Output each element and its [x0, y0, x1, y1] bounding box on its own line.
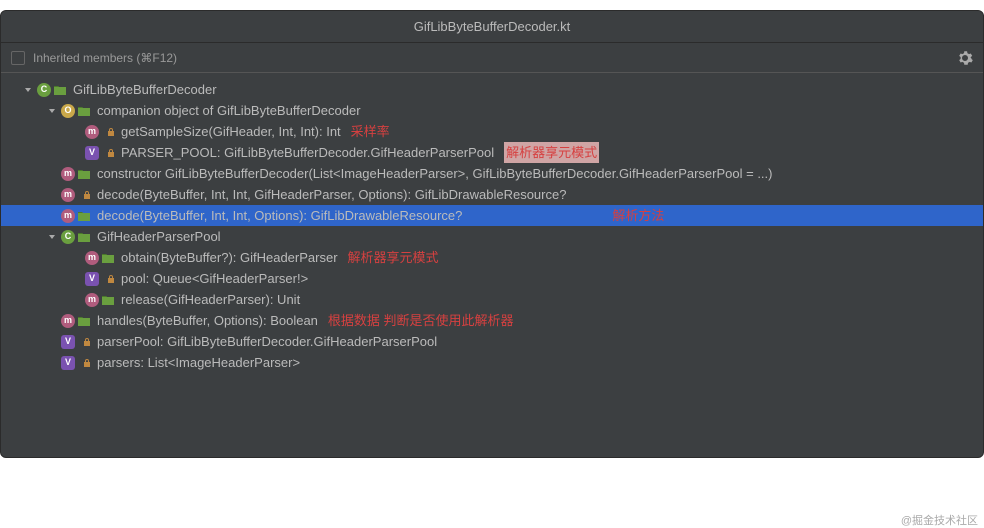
tree-row[interactable]: m release(GifHeaderParser): Unit: [1, 289, 983, 310]
member-signature: handles(ByteBuffer, Options): Boolean: [97, 310, 318, 331]
method-badge-icon: m: [61, 314, 75, 328]
lock-icon: [107, 148, 115, 158]
expand-chevron-icon[interactable]: [23, 85, 33, 95]
tree-row[interactable]: Vparsers: List<ImageHeaderParser>: [1, 352, 983, 373]
expand-chevron-icon[interactable]: [47, 106, 57, 116]
member-signature: decode(ByteBuffer, Int, Int, GifHeaderPa…: [97, 184, 566, 205]
structure-tree[interactable]: CGifLibByteBufferDecoderOcompanion objec…: [1, 73, 983, 379]
object-badge-icon: O: [61, 104, 75, 118]
annotation: 解析方法: [612, 205, 664, 226]
expand-chevron-icon: [71, 253, 81, 263]
tree-row[interactable]: C GifLibByteBufferDecoder: [1, 79, 983, 100]
expand-chevron-icon: [47, 211, 57, 221]
expand-chevron-icon: [71, 295, 81, 305]
tree-row[interactable]: m decode(ByteBuffer, Int, Int, GifHeaderP…: [1, 184, 983, 205]
tree-row[interactable]: Vpool: Queue<GifHeaderParser!>: [1, 268, 983, 289]
tree-row[interactable]: m getSampleSize(GifHeader, Int, Int): Int…: [1, 121, 983, 142]
expand-chevron-icon: [47, 190, 57, 200]
folder-icon: [77, 209, 91, 223]
tree-row[interactable]: VparserPool: GifLibByteBufferDecoder.Gif…: [1, 331, 983, 352]
member-signature: obtain(ByteBuffer?): GifHeaderParser: [121, 247, 338, 268]
inherited-label: Inherited members (⌘F12): [33, 51, 177, 65]
lock-icon: [83, 190, 91, 200]
tree-row[interactable]: m constructor GifLibByteBufferDecoder(Lis…: [1, 163, 983, 184]
folder-icon: [77, 230, 91, 244]
member-signature: parsers: List<ImageHeaderParser>: [97, 352, 300, 373]
expand-chevron-icon: [47, 358, 57, 368]
folder-icon: [77, 167, 91, 181]
method-badge-icon: m: [61, 167, 75, 181]
member-signature: GifLibByteBufferDecoder: [73, 79, 217, 100]
folder-icon: [77, 104, 91, 118]
inherited-checkbox[interactable]: [11, 51, 25, 65]
class-badge-icon: C: [61, 230, 75, 244]
watermark: @掘金技术社区: [901, 512, 978, 528]
tree-row[interactable]: V PARSER_POOL: GifLibByteBufferDecoder.Gi…: [1, 142, 983, 163]
member-signature: GifHeaderParserPool: [97, 226, 221, 247]
expand-chevron-icon: [47, 337, 57, 347]
member-signature: companion object of GifLibByteBufferDeco…: [97, 100, 361, 121]
expand-chevron-icon[interactable]: [47, 232, 57, 242]
structure-window: GifLibByteBufferDecoder.kt Inherited mem…: [0, 10, 984, 458]
folder-icon: [53, 83, 67, 97]
annotation: 解析器享元模式: [504, 142, 599, 163]
annotation: 根据数据 判断是否使用此解析器: [328, 310, 514, 331]
method-badge-icon: m: [61, 209, 75, 223]
method-badge-icon: m: [61, 188, 75, 202]
expand-chevron-icon: [47, 169, 57, 179]
gear-icon[interactable]: [957, 50, 973, 66]
window-title: GifLibByteBufferDecoder.kt: [414, 19, 571, 34]
class-badge-icon: C: [37, 83, 51, 97]
method-badge-icon: m: [85, 125, 99, 139]
tree-row[interactable]: m decode(ByteBuffer, Int, Int, Options): …: [1, 205, 983, 226]
member-signature: getSampleSize(GifHeader, Int, Int): Int: [121, 121, 341, 142]
expand-chevron-icon: [47, 316, 57, 326]
tree-row[interactable]: C GifHeaderParserPool: [1, 226, 983, 247]
member-signature: constructor GifLibByteBufferDecoder(List…: [97, 163, 773, 184]
expand-chevron-icon: [71, 274, 81, 284]
tree-row[interactable]: Ocompanion object of GifLibByteBufferDec…: [1, 100, 983, 121]
member-signature: release(GifHeaderParser): Unit: [121, 289, 300, 310]
annotation: 解析器享元模式: [348, 247, 439, 268]
tree-row[interactable]: m obtain(ByteBuffer?): GifHeaderParser 解析器…: [1, 247, 983, 268]
folder-icon: [101, 293, 115, 307]
property-badge-icon: V: [85, 272, 99, 286]
member-signature: parserPool: GifLibByteBufferDecoder.GifH…: [97, 331, 437, 352]
lock-icon: [107, 274, 115, 284]
folder-icon: [101, 251, 115, 265]
property-badge-icon: V: [61, 335, 75, 349]
member-signature: PARSER_POOL: GifLibByteBufferDecoder.Gif…: [121, 142, 494, 163]
lock-icon: [83, 337, 91, 347]
lock-icon: [107, 127, 115, 137]
method-badge-icon: m: [85, 251, 99, 265]
member-signature: pool: Queue<GifHeaderParser!>: [121, 268, 308, 289]
expand-chevron-icon: [71, 148, 81, 158]
title-bar: GifLibByteBufferDecoder.kt: [1, 11, 983, 43]
lock-icon: [83, 358, 91, 368]
property-badge-icon: V: [61, 356, 75, 370]
expand-chevron-icon: [71, 127, 81, 137]
folder-icon: [77, 314, 91, 328]
tree-row[interactable]: m handles(ByteBuffer, Options): Boolean 根据…: [1, 310, 983, 331]
member-signature: decode(ByteBuffer, Int, Int, Options): G…: [97, 205, 462, 226]
annotation: 采样率: [351, 121, 390, 142]
property-badge-icon: V: [85, 146, 99, 160]
toolbar: Inherited members (⌘F12): [1, 43, 983, 73]
method-badge-icon: m: [85, 293, 99, 307]
